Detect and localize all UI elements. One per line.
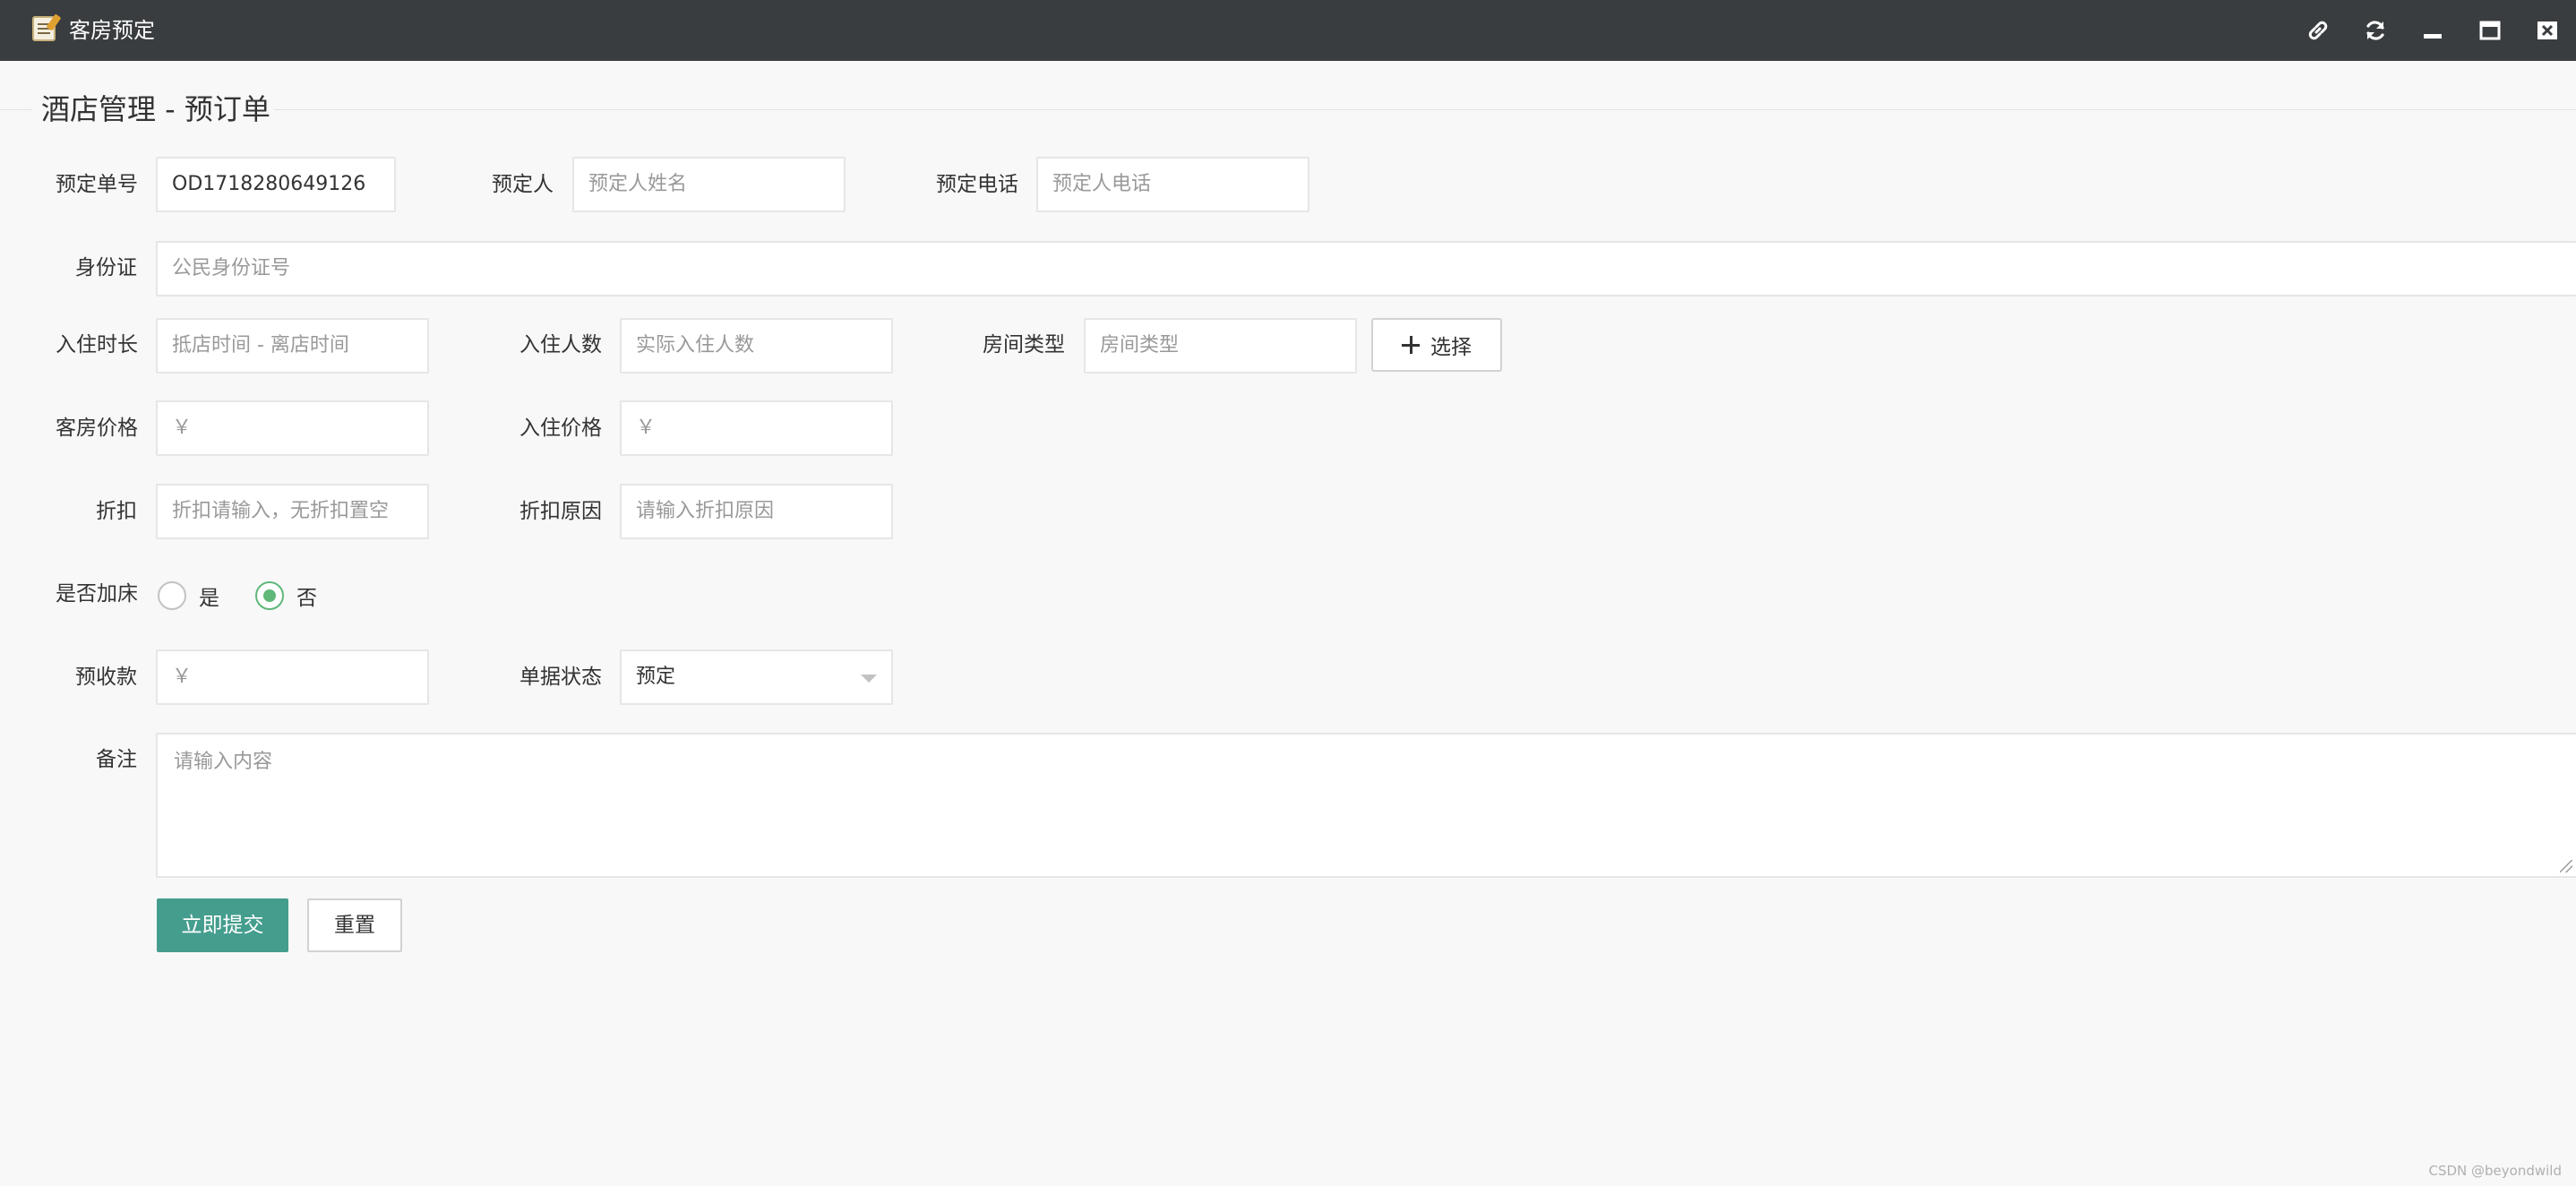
plus-icon [1402, 336, 1420, 354]
close-button[interactable] [2519, 0, 2576, 61]
extra-bed-no-radio[interactable]: 否 [255, 580, 317, 611]
status-selected-value: 预定 [636, 666, 676, 688]
minimize-icon [2424, 34, 2442, 39]
guest-count-input[interactable]: 实际入住人数 [620, 318, 893, 374]
minimize-button[interactable] [2404, 0, 2461, 61]
choose-room-type-button[interactable]: 选择 [1371, 318, 1502, 372]
stay-price-label: 入住价格 [519, 417, 602, 440]
id-card-label: 身份证 [75, 256, 137, 279]
remark-label: 备注 [96, 748, 137, 771]
stay-duration-input[interactable]: 抵店时间 - 离店时间 [156, 318, 429, 374]
radio-label: 否 [296, 587, 317, 610]
refresh-icon [2366, 21, 2384, 40]
watermark: CSDN @beyondwild [2428, 1163, 2563, 1179]
id-card-input[interactable]: 公民身份证号 [156, 241, 2576, 296]
resize-handle-icon[interactable] [2560, 860, 2572, 872]
page-header: 酒店管理 - 预订单 [0, 88, 2576, 131]
extra-bed-label: 是否加床 [56, 582, 138, 606]
booker-input[interactable]: 预定人姓名 [572, 157, 846, 212]
chevron-down-icon [861, 675, 877, 683]
remark-textarea[interactable]: 请输入内容 [156, 733, 2576, 878]
order-no-label: 预定单号 [56, 173, 138, 196]
link-button[interactable] [2289, 0, 2347, 61]
discount-input[interactable]: 折扣请输入，无折扣置空 [156, 484, 429, 539]
discount-reason-input[interactable]: 请输入折扣原因 [620, 484, 893, 539]
room-price-label: 客房价格 [56, 417, 138, 440]
discount-label: 折扣 [96, 500, 137, 523]
window-titlebar: 客房预定 [0, 0, 2576, 61]
window-controls [2289, 0, 2576, 61]
stay-duration-label: 入住时长 [56, 333, 138, 357]
radio-label: 是 [199, 587, 219, 610]
window-title: 客房预定 [69, 18, 155, 43]
header-divider [274, 109, 2576, 110]
page-title: 酒店管理 - 预订单 [41, 92, 270, 126]
link-icon [2308, 21, 2328, 40]
extra-bed-yes-radio[interactable]: 是 [158, 580, 219, 611]
discount-reason-label: 折扣原因 [519, 500, 602, 523]
refresh-button[interactable] [2347, 0, 2404, 61]
maximize-icon [2479, 21, 2501, 40]
booker-label: 预定人 [492, 173, 554, 196]
status-select[interactable]: 预定 [620, 649, 893, 705]
deposit-input[interactable]: ￥ [156, 649, 429, 705]
order-no-input[interactable]: OD1718280649126 [156, 157, 396, 212]
room-price-input[interactable]: ￥ [156, 400, 429, 456]
stay-price-input[interactable]: ￥ [620, 400, 893, 456]
submit-button[interactable]: 立即提交 [157, 898, 288, 952]
guest-count-label: 入住人数 [519, 333, 602, 357]
status-label: 单据状态 [519, 666, 602, 689]
remark-placeholder: 请输入内容 [174, 751, 273, 773]
deposit-label: 预收款 [75, 666, 137, 689]
notepad-icon [32, 16, 56, 41]
phone-label: 预定电话 [936, 173, 1018, 196]
maximize-button[interactable] [2461, 0, 2519, 61]
room-type-label: 房间类型 [983, 333, 1065, 357]
choose-button-label: 选择 [1430, 336, 1472, 359]
reset-button[interactable]: 重置 [307, 898, 402, 952]
header-divider [0, 109, 32, 110]
phone-input[interactable]: 预定人电话 [1036, 157, 1309, 212]
room-type-input[interactable]: 房间类型 [1084, 318, 1357, 374]
radio-checked-icon [255, 581, 284, 610]
radio-unchecked-icon [158, 581, 186, 610]
close-icon [2537, 21, 2557, 39]
